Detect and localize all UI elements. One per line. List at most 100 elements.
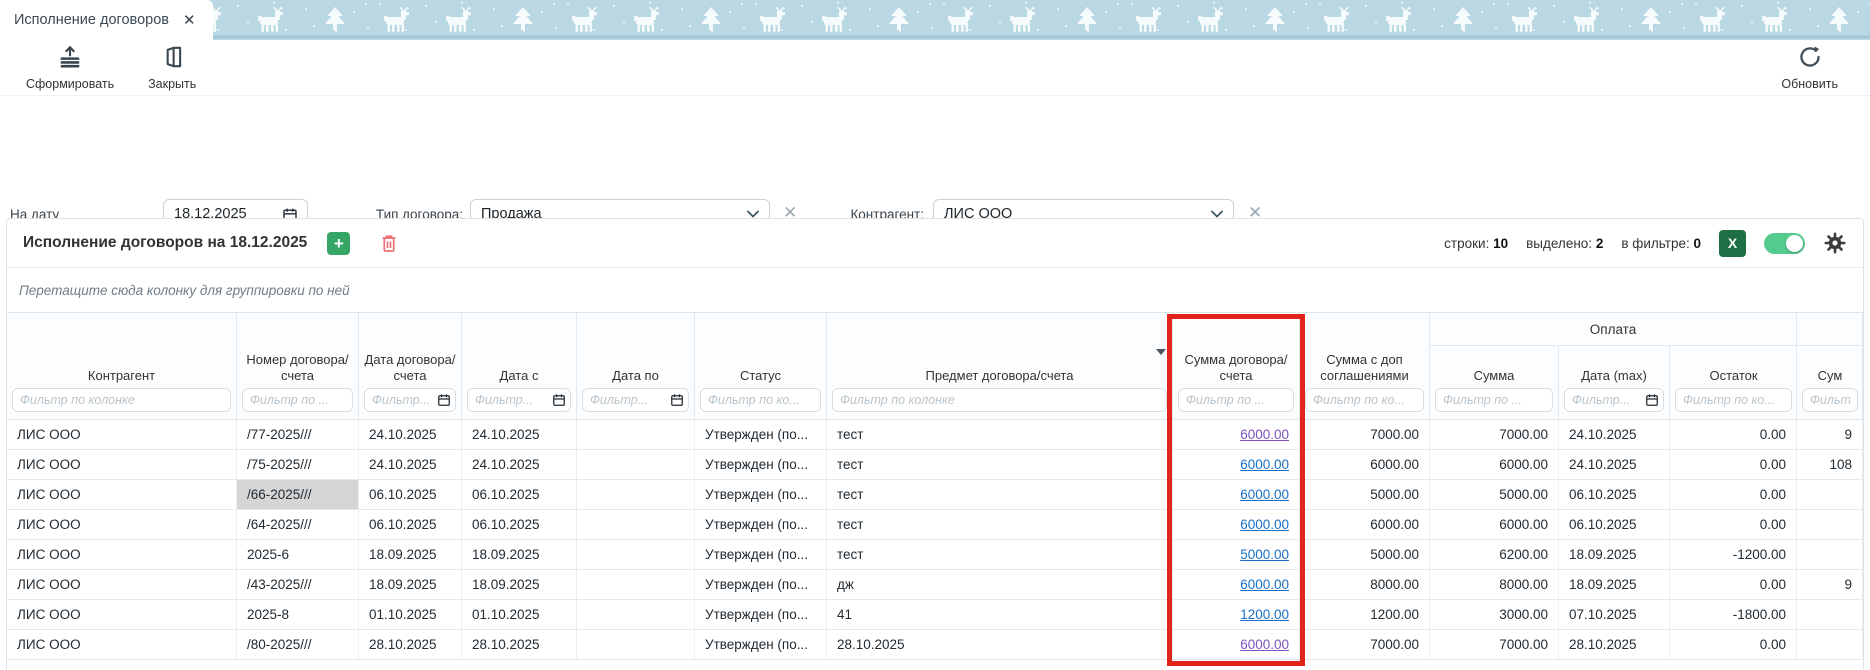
table-cell[interactable]: 28.10.2025 bbox=[462, 630, 577, 659]
table-cell[interactable]: 06.10.2025 bbox=[462, 480, 577, 509]
table-cell[interactable]: 6000.00 bbox=[1430, 510, 1559, 539]
table-cell[interactable]: 6000.00 bbox=[1300, 450, 1430, 479]
table-cell[interactable]: 28.10.2025 bbox=[359, 630, 462, 659]
column-header[interactable]: Дата договора/счета bbox=[359, 313, 462, 419]
table-cell[interactable]: -1200.00 bbox=[1670, 540, 1797, 569]
table-cell[interactable]: тест bbox=[827, 540, 1173, 569]
column-filter-input[interactable] bbox=[1435, 388, 1553, 412]
column-filter-input[interactable] bbox=[832, 388, 1167, 412]
table-row[interactable]: ЛИС ООО/43-2025///18.09.202518.09.2025Ут… bbox=[7, 570, 1863, 600]
contract-sum-link[interactable]: 6000.00 bbox=[1240, 517, 1289, 532]
view-toggle[interactable] bbox=[1764, 233, 1805, 254]
table-cell[interactable]: тест bbox=[827, 450, 1173, 479]
table-cell[interactable] bbox=[577, 630, 695, 659]
table-cell[interactable] bbox=[1797, 540, 1863, 569]
table-cell[interactable]: 18.09.2025 bbox=[1559, 540, 1670, 569]
table-cell[interactable]: 24.10.2025 bbox=[462, 420, 577, 449]
calendar-icon[interactable] bbox=[437, 393, 451, 407]
table-cell[interactable]: 06.10.2025 bbox=[1559, 480, 1670, 509]
tab-close-icon[interactable]: ✕ bbox=[183, 11, 196, 29]
table-cell[interactable]: 41 bbox=[827, 600, 1173, 629]
table-cell[interactable]: 0.00 bbox=[1670, 420, 1797, 449]
table-cell[interactable]: Утвержден (по... bbox=[695, 570, 827, 599]
table-cell[interactable]: 5000.00 bbox=[1430, 480, 1559, 509]
table-cell[interactable]: 7000.00 bbox=[1300, 630, 1430, 659]
contract-sum-link[interactable]: 1200.00 bbox=[1240, 607, 1289, 622]
table-cell[interactable]: ЛИС ООО bbox=[7, 420, 237, 449]
table-cell[interactable]: ЛИС ООО bbox=[7, 480, 237, 509]
table-cell[interactable] bbox=[577, 420, 695, 449]
table-row[interactable]: ЛИС ООО2025-618.09.202518.09.2025Утвержд… bbox=[7, 540, 1863, 570]
table-cell[interactable]: /64-2025/// bbox=[237, 510, 359, 539]
table-cell[interactable]: 07.10.2025 bbox=[1559, 600, 1670, 629]
contract-sum-link[interactable]: 6000.00 bbox=[1240, 637, 1289, 652]
refresh-button[interactable]: Обновить bbox=[1781, 44, 1838, 91]
delete-button[interactable] bbox=[378, 232, 400, 254]
table-cell[interactable]: 6000.00 bbox=[1300, 510, 1430, 539]
table-cell[interactable]: ЛИС ООО bbox=[7, 630, 237, 659]
table-cell[interactable]: 7000.00 bbox=[1430, 420, 1559, 449]
table-cell[interactable]: 7000.00 bbox=[1430, 630, 1559, 659]
table-cell[interactable]: 1200.00 bbox=[1173, 600, 1300, 629]
table-cell[interactable]: Утвержден (по... bbox=[695, 630, 827, 659]
generate-button[interactable]: Сформировать bbox=[26, 44, 114, 91]
table-cell[interactable] bbox=[1797, 480, 1863, 509]
table-cell[interactable] bbox=[1797, 600, 1863, 629]
column-header[interactable]: Контрагент bbox=[7, 313, 237, 419]
table-cell[interactable] bbox=[1797, 510, 1863, 539]
table-cell[interactable]: ЛИС ООО bbox=[7, 450, 237, 479]
table-cell[interactable]: 0.00 bbox=[1670, 480, 1797, 509]
export-excel-button[interactable]: X bbox=[1719, 230, 1746, 257]
column-filter-input[interactable] bbox=[1675, 388, 1792, 412]
column-filter-input[interactable] bbox=[1802, 388, 1858, 412]
table-cell[interactable]: Утвержден (по... bbox=[695, 600, 827, 629]
table-cell[interactable]: 3000.00 bbox=[1430, 600, 1559, 629]
table-cell[interactable]: 9 bbox=[1797, 570, 1863, 599]
table-cell[interactable]: 24.10.2025 bbox=[1559, 450, 1670, 479]
table-cell[interactable]: 6000.00 bbox=[1173, 570, 1300, 599]
calendar-icon[interactable] bbox=[552, 393, 566, 407]
table-row[interactable]: ЛИС ООО2025-801.10.202501.10.2025Утвержд… bbox=[7, 600, 1863, 630]
column-header[interactable]: Дата (max) bbox=[1559, 346, 1670, 419]
table-cell[interactable]: 108 bbox=[1797, 450, 1863, 479]
contract-sum-link[interactable]: 6000.00 bbox=[1240, 487, 1289, 502]
table-cell[interactable]: 8000.00 bbox=[1300, 570, 1430, 599]
column-header[interactable]: Предмет договора/счета bbox=[827, 313, 1173, 419]
column-filter-input[interactable] bbox=[1178, 388, 1294, 412]
table-row[interactable]: ЛИС ООО/75-2025///24.10.202524.10.2025Ут… bbox=[7, 450, 1863, 480]
table-cell[interactable]: 28.10.2025 bbox=[1559, 630, 1670, 659]
table-cell[interactable]: 5000.00 bbox=[1173, 540, 1300, 569]
column-header[interactable]: Сумма bbox=[1430, 346, 1559, 419]
table-cell[interactable]: 0.00 bbox=[1670, 630, 1797, 659]
table-cell[interactable]: 6000.00 bbox=[1173, 630, 1300, 659]
table-cell[interactable]: Утвержден (по... bbox=[695, 450, 827, 479]
table-cell[interactable]: ЛИС ООО bbox=[7, 600, 237, 629]
close-button[interactable]: Закрыть bbox=[148, 44, 196, 91]
table-cell[interactable] bbox=[577, 450, 695, 479]
table-cell[interactable]: 1200.00 bbox=[1300, 600, 1430, 629]
column-header[interactable]: Сумма договора/счета bbox=[1173, 313, 1300, 419]
table-cell[interactable]: 28.10.2025 bbox=[827, 630, 1173, 659]
groupby-hint[interactable]: Перетащите сюда колонку для группировки … bbox=[7, 268, 1863, 312]
table-cell[interactable]: тест bbox=[827, 480, 1173, 509]
table-cell[interactable]: 18.09.2025 bbox=[359, 540, 462, 569]
table-cell[interactable]: Утвержден (по... bbox=[695, 420, 827, 449]
column-header[interactable]: Статус bbox=[695, 313, 827, 419]
table-cell[interactable]: тест bbox=[827, 420, 1173, 449]
table-cell[interactable]: 24.10.2025 bbox=[462, 450, 577, 479]
table-cell[interactable]: 18.09.2025 bbox=[359, 570, 462, 599]
table-cell[interactable]: 01.10.2025 bbox=[359, 600, 462, 629]
table-cell[interactable]: 06.10.2025 bbox=[1559, 510, 1670, 539]
table-cell[interactable]: 7000.00 bbox=[1300, 420, 1430, 449]
column-header[interactable]: Сум bbox=[1797, 346, 1863, 419]
table-cell[interactable]: /80-2025/// bbox=[237, 630, 359, 659]
table-cell[interactable] bbox=[1797, 630, 1863, 659]
table-cell[interactable]: 2025-6 bbox=[237, 540, 359, 569]
table-cell[interactable]: Утвержден (по... bbox=[695, 540, 827, 569]
table-cell[interactable]: 18.09.2025 bbox=[462, 570, 577, 599]
table-cell[interactable]: 6000.00 bbox=[1173, 510, 1300, 539]
column-header[interactable]: Номер договора/счета bbox=[237, 313, 359, 419]
table-cell[interactable]: -1800.00 bbox=[1670, 600, 1797, 629]
contract-sum-link[interactable]: 6000.00 bbox=[1240, 577, 1289, 592]
column-filter-input[interactable] bbox=[242, 388, 353, 412]
